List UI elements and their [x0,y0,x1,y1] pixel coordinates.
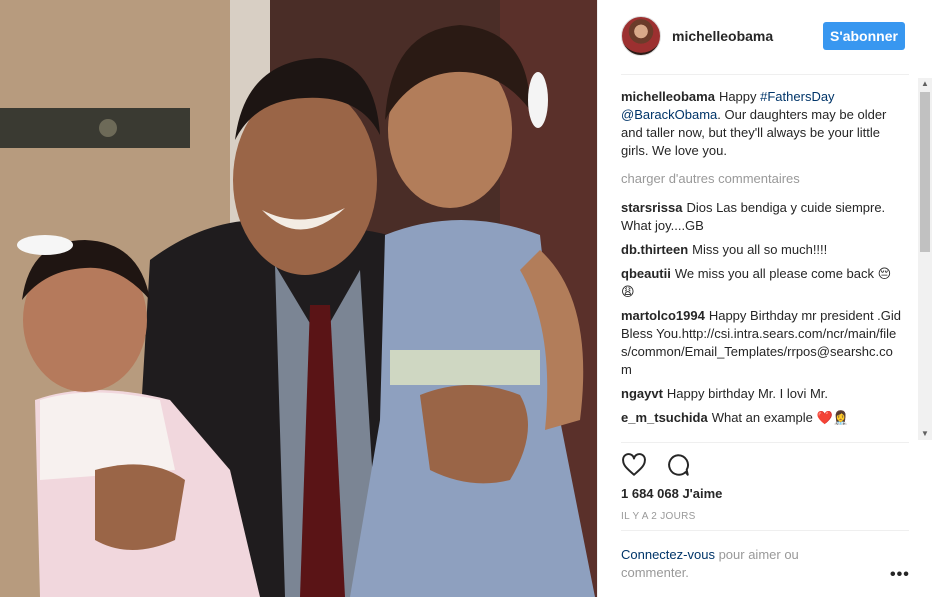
comment-item: martolco1994 Happy Birthday mr president … [621,307,903,379]
caption: michelleobama Happy #FathersDay @BarackOba… [621,88,903,160]
caption-username[interactable]: michelleobama [621,89,715,104]
mention-link[interactable]: @BarackObama [621,107,717,122]
comment-bubble-icon[interactable] [665,452,691,478]
comment-item: e_m_tsuchida What an example ❤️👩‍⚕️ [621,409,903,427]
footer-divider [621,530,909,531]
like-count[interactable]: 1 684 068 J'aime [621,486,722,501]
action-icons [621,452,705,480]
comment-text: Miss you all so much!!!! [692,242,828,257]
comment-item: db.thirteen Miss you all so much!!!! [621,241,903,259]
instagram-post: michelleobama S'abonner michelleobama Hap… [0,0,932,597]
family-photo-illustration [0,0,597,597]
post-timestamp: IL Y A 2 JOURS [621,511,696,522]
comment-username[interactable]: martolco1994 [621,308,705,323]
heart-icon[interactable] [621,452,647,478]
comment-username[interactable]: e_m_tsuchida [621,410,708,425]
load-more-comments[interactable]: charger d'autres commentaires [621,170,903,188]
scroll-up-arrow-icon[interactable]: ▲ [918,78,932,90]
follow-button[interactable]: S'abonner [823,22,905,50]
actions-divider [621,442,909,443]
comment-username[interactable]: starsrissa [621,200,682,215]
comment-text: Happy birthday Mr. I lovi Mr. [666,386,829,401]
comment-item: starsrissa Dios Las bendiga y cuide siemp… [621,199,903,235]
comment-item: ngayvt Happy birthday Mr. I lovi Mr. [621,385,903,403]
scroll-down-arrow-icon[interactable]: ▼ [918,428,932,440]
more-options-icon[interactable]: ••• [890,566,910,584]
comment-username[interactable]: ngayvt [621,386,663,401]
login-prompt: Connectez-vous pour aimer ou commenter. [621,546,861,582]
comment-item: qbeautii We miss you all please come back… [621,265,903,301]
scrollbar-thumb[interactable] [920,92,930,252]
hashtag-link[interactable]: #FathersDay [760,89,834,104]
avatar[interactable] [621,16,661,56]
post-header: michelleobama S'abonner [621,16,909,58]
comments-list: michelleobama Happy #FathersDay @BarackOba… [621,88,903,438]
comment-username[interactable]: db.thirteen [621,242,688,257]
caption-prefix: Happy [718,89,761,104]
author-username[interactable]: michelleobama [672,28,773,44]
comments-scrollbar[interactable]: ▲ ▼ [918,78,932,440]
post-photo[interactable] [0,0,597,597]
header-divider [621,74,909,75]
comment-username[interactable]: qbeautii [621,266,671,281]
login-link[interactable]: Connectez-vous [621,547,715,562]
comment-text: What an example ❤️👩‍⚕️ [711,410,849,425]
post-side-panel: michelleobama S'abonner michelleobama Hap… [597,0,932,597]
